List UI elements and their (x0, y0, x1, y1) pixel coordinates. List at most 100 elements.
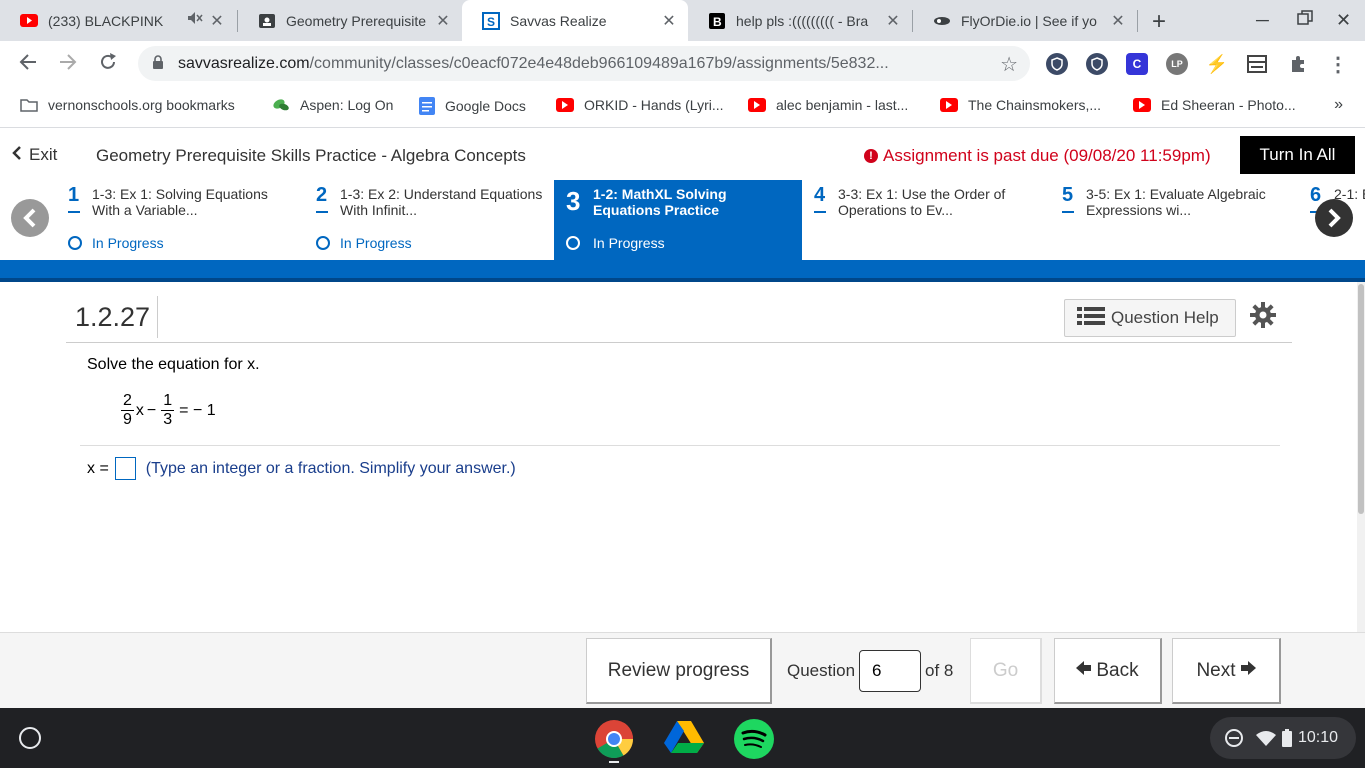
lock-icon (152, 55, 164, 69)
bookmark-alec-benjamin[interactable]: alec benjamin - last... (748, 97, 908, 113)
browser-tab-strip: (233) BLACKPINK ✕ Geometry Prerequisite … (0, 0, 1365, 41)
browser-tab-flyordie[interactable]: FlyOrDie.io | See if yo ✕ (913, 0, 1137, 41)
bookmark-google-docs[interactable]: Google Docs (419, 97, 526, 115)
bookmark-orkid[interactable]: ORKID - Hands (Lyri... (556, 97, 724, 113)
assignment-item-5[interactable]: 5 3-5: Ex 1: Evaluate Algebraic Expressi… (1050, 180, 1298, 260)
browser-tab-youtube[interactable]: (233) BLACKPINK ✕ (0, 0, 236, 41)
bookmark-label: vernonschools.org bookmarks (48, 97, 235, 113)
shield-extension-icon[interactable] (1046, 53, 1068, 75)
carousel-prev-button[interactable] (11, 199, 49, 237)
close-icon[interactable]: ✕ (660, 11, 678, 31)
assignment-header: Exit Geometry Prerequisite Skills Practi… (0, 128, 1365, 180)
new-tab-button[interactable]: + (1152, 8, 1166, 36)
reader-extension-icon[interactable] (1246, 53, 1268, 75)
question-number-input[interactable]: 6 (859, 650, 921, 692)
gear-icon[interactable] (1250, 302, 1276, 335)
bookmark-label: ORKID - Hands (Lyri... (584, 97, 724, 113)
bookmark-label: Google Docs (445, 98, 526, 114)
past-due-notice: ! Assignment is past due (09/08/20 11:59… (864, 146, 1211, 166)
url-host: savvasrealize.com (178, 54, 310, 72)
close-icon[interactable]: ✕ (884, 11, 902, 31)
next-button[interactable]: Next (1172, 638, 1281, 704)
assignment-carousel: 1 1-3: Ex 1: Solving Equations With a Va… (0, 180, 1365, 260)
close-icon[interactable]: ✕ (208, 11, 226, 31)
assignment-item-1[interactable]: 1 1-3: Ex 1: Solving Equations With a Va… (56, 180, 304, 260)
back-arrow-icon[interactable] (18, 52, 38, 78)
minimize-icon[interactable]: ─ (1256, 10, 1269, 31)
lightning-extension-icon[interactable]: ⚡ (1206, 53, 1228, 75)
browser-tab-geometry[interactable]: Geometry Prerequisite ✕ (238, 0, 462, 41)
bookmark-aspen[interactable]: Aspen: Log On (272, 97, 393, 113)
question-footer: Review progress Question 6 of 8 Go Back … (0, 632, 1365, 708)
restore-icon[interactable] (1297, 10, 1313, 31)
fraction: 2 9 (121, 392, 134, 429)
lp-extension-icon[interactable]: LP (1166, 53, 1188, 75)
bookmark-label: Ed Sheeran - Photo... (1161, 97, 1296, 113)
close-icon[interactable]: ✕ (434, 11, 452, 31)
tab-title: FlyOrDie.io | See if yo (961, 12, 1097, 29)
google-drive-icon[interactable] (664, 719, 704, 759)
assignment-item-3[interactable]: 3 1-2: MathXL Solving Equations Practice… (554, 180, 802, 260)
assignment-number: 5 (1062, 184, 1075, 213)
system-tray[interactable]: 10:10 (1210, 717, 1356, 759)
close-window-icon[interactable]: ✕ (1336, 10, 1351, 31)
assignment-item-2[interactable]: 2 1-3: Ex 2: Understand Equations With I… (304, 180, 552, 260)
bookmark-ed-sheeran[interactable]: Ed Sheeran - Photo... (1133, 97, 1296, 113)
divider (66, 342, 1292, 343)
review-progress-button[interactable]: Review progress (586, 638, 772, 704)
bookmark-star-icon[interactable]: ☆ (1000, 52, 1018, 77)
bookmark-chainsmokers[interactable]: The Chainsmokers,... (940, 97, 1101, 113)
scrollbar[interactable] (1357, 282, 1365, 632)
exit-label: Exit (29, 145, 58, 164)
close-icon[interactable]: ✕ (1109, 11, 1127, 31)
chevron-left-icon (12, 145, 21, 165)
address-bar[interactable]: savvasrealize.com/community/classes/c0ea… (138, 46, 1030, 81)
answer-hint: (Type an integer or a fraction. Simplify… (145, 459, 516, 477)
exit-button[interactable]: Exit (12, 145, 57, 165)
browser-tab-brainly[interactable]: B help pls :((((((((( - Bra ✕ (688, 0, 912, 41)
turn-in-all-button[interactable]: Turn In All (1240, 136, 1355, 174)
variable: x (135, 401, 144, 419)
speaker-muted-icon[interactable] (186, 11, 204, 30)
youtube-icon (940, 98, 958, 112)
forward-arrow-icon[interactable] (58, 52, 78, 78)
question-panel: 1.2.27 Question Help Solve the equation … (4, 282, 1360, 632)
bookmark-label: The Chainsmokers,... (968, 97, 1102, 113)
clock-icon (316, 236, 330, 250)
c-extension-icon[interactable]: C (1126, 53, 1148, 75)
launcher-icon[interactable] (19, 727, 41, 749)
clock-icon (68, 236, 82, 250)
assignment-status: In Progress (593, 235, 665, 251)
back-button[interactable]: Back (1054, 638, 1162, 704)
assignment-label: 1-3: Ex 2: Understand Equations With Inf… (340, 186, 543, 218)
spotify-icon[interactable] (734, 719, 774, 759)
youtube-icon (748, 98, 766, 112)
bookmarks-overflow-button[interactable]: » (1334, 96, 1343, 114)
reload-icon[interactable] (98, 52, 118, 78)
aspen-icon (272, 98, 290, 112)
bookmark-vernonschools[interactable]: vernonschools.org bookmarks (20, 97, 235, 113)
question-help-button[interactable]: Question Help (1064, 299, 1236, 337)
kebab-menu-icon[interactable]: ⋮ (1327, 53, 1349, 76)
answer-row: x = (Type an integer or a fraction. Simp… (87, 457, 516, 480)
youtube-icon (1133, 98, 1151, 112)
folder-icon (20, 98, 38, 112)
go-button[interactable]: Go (970, 638, 1042, 704)
question-instruction: Solve the equation for x. (87, 356, 260, 373)
browser-tab-savvas[interactable]: S Savvas Realize ✕ (462, 0, 688, 41)
chrome-icon[interactable] (594, 719, 634, 759)
tab-title: (233) BLACKPINK (48, 12, 164, 29)
carousel-next-button[interactable] (1315, 199, 1353, 237)
puzzle-extensions-icon[interactable] (1287, 53, 1309, 75)
scrollbar-thumb[interactable] (1358, 284, 1364, 514)
classroom-icon (258, 12, 276, 30)
tab-title: Savvas Realize (510, 12, 607, 29)
answer-input[interactable] (114, 457, 136, 480)
bookmark-label: Aspen: Log On (300, 97, 394, 113)
youtube-icon (20, 12, 38, 30)
shield-extension-icon[interactable] (1086, 53, 1108, 75)
svg-text:S: S (487, 15, 495, 29)
assignment-item-4[interactable]: 4 3-3: Ex 1: Use the Order of Operations… (802, 180, 1050, 260)
tab-title: Geometry Prerequisite (286, 12, 427, 29)
flyordie-icon (933, 12, 951, 30)
